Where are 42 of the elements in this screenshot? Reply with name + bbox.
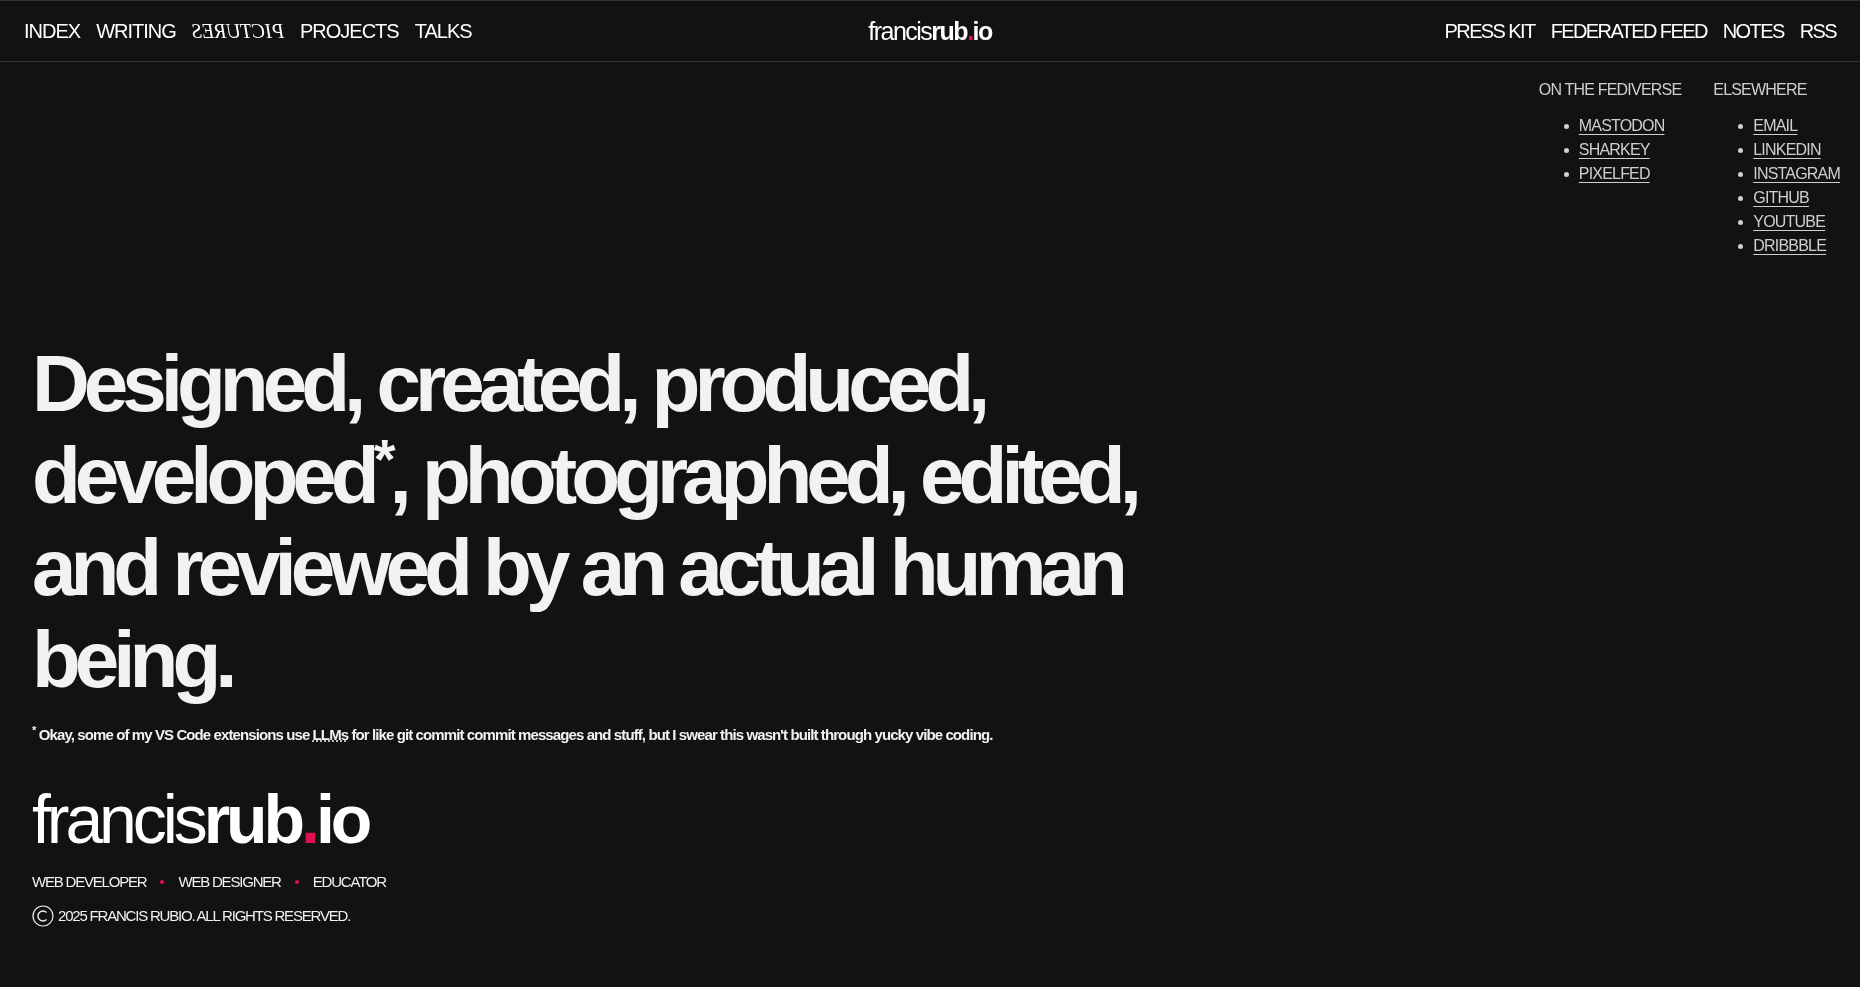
bullet-icon — [1738, 147, 1744, 153]
bullet-icon — [1738, 219, 1744, 225]
social-link[interactable]: SHARKEY — [1578, 138, 1650, 162]
llms-link[interactable]: LLMs — [312, 726, 349, 743]
social-link[interactable]: INSTAGRAM — [1753, 162, 1840, 186]
bullet-icon — [1563, 171, 1569, 177]
nav-link[interactable]: RSS — [1799, 16, 1836, 46]
social-link[interactable]: LINKEDIN — [1753, 138, 1821, 162]
social-link[interactable]: YOUTUBE — [1753, 210, 1825, 234]
bullet-icon — [1563, 147, 1569, 153]
social-link[interactable]: MASTODON — [1578, 114, 1665, 138]
role-label: WEB DEVELOPER — [32, 871, 147, 892]
links-heading: ELSEWHERE — [1713, 80, 1808, 100]
social-link[interactable]: DRIBBBLE — [1753, 234, 1826, 258]
bullet-icon — [1738, 171, 1744, 177]
headline-line: developed$^{*}$, photographed, edited, — [32, 430, 1138, 522]
site-logo[interactable]: francisrub.io — [868, 18, 992, 44]
nav-link[interactable]: WRITING — [96, 16, 176, 46]
site-logo[interactable]: francisrub.io — [32, 780, 369, 857]
nav-link[interactable]: PICTURES — [191, 16, 284, 46]
footnote: $^{*}$ Okay, some of my VS Code extensions use LLMs for like git commit commit messages and stuff, but I swear this wasn't built through yucky vibe coding. — [32, 724, 994, 745]
nav-link[interactable]: PROJECTS — [300, 16, 399, 46]
role-label: EDUCATOR — [312, 871, 386, 892]
social-link[interactable]: PIXELFED — [1578, 162, 1650, 186]
social-link[interactable]: GITHUB — [1753, 186, 1809, 210]
nav-link[interactable]: NOTES — [1722, 16, 1784, 46]
copyright-icon — [32, 905, 54, 928]
social-link[interactable]: EMAIL — [1753, 114, 1798, 138]
nav-link[interactable]: INDEX — [24, 16, 81, 46]
nav-link[interactable]: PRESS KIT — [1444, 16, 1535, 46]
copyright-text: 2025 FRANCIS RUBIO. ALL RIGHTS RESERVED. — [58, 906, 351, 926]
bullet-icon — [1738, 123, 1744, 129]
headline-line: and reviewed by an actual human — [32, 522, 1124, 614]
bullet-icon — [1738, 243, 1744, 249]
links-heading: ON THE FEDIVERSE — [1538, 80, 1682, 100]
headline-line: being. — [32, 614, 233, 706]
bullet-icon — [1738, 195, 1744, 201]
bullet-icon — [1563, 123, 1569, 129]
headline-line: Designed, created, produced, — [32, 338, 986, 430]
nav-link[interactable]: FEDERATED FEED — [1550, 16, 1707, 46]
role-label: WEB DESIGNER — [178, 871, 281, 892]
nav-link[interactable]: TALKS — [414, 16, 472, 46]
